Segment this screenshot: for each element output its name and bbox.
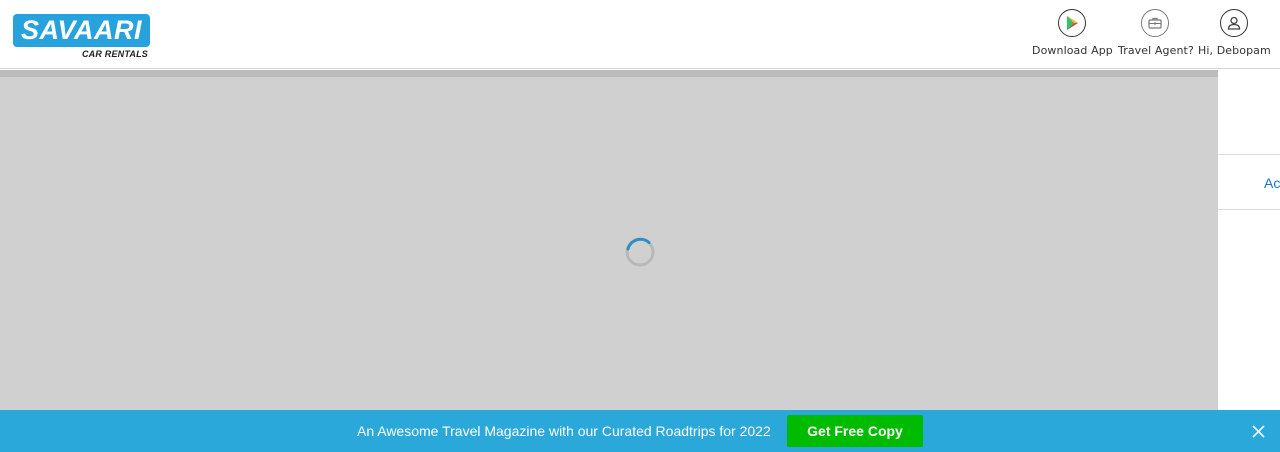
side-panel-link[interactable]: Ac <box>1264 175 1280 191</box>
download-app-link[interactable]: Download App <box>1032 9 1113 61</box>
savaari-logo[interactable]: SAVAARI CAR RENTALS <box>13 14 150 60</box>
get-free-copy-button[interactable]: Get Free Copy <box>787 415 923 447</box>
side-divider <box>1218 209 1280 210</box>
loading-spinner-icon <box>625 237 655 267</box>
promo-banner: An Awesome Travel Magazine with our Cura… <box>0 410 1280 452</box>
logo-wordmark: SAVAARI <box>20 15 142 45</box>
logo-subtitle: CAR RENTALS <box>81 49 148 59</box>
side-panel: Ac <box>1218 70 1280 410</box>
user-account-link[interactable]: Hi, Debopam <box>1198 9 1271 61</box>
travel-agent-label: Travel Agent? <box>1118 44 1194 57</box>
overlay-top-strip <box>0 70 1218 77</box>
travel-agent-link[interactable]: Travel Agent? <box>1118 9 1194 61</box>
user-greeting-label: Hi, Debopam <box>1198 44 1271 57</box>
user-icon <box>1220 9 1248 37</box>
side-divider <box>1218 154 1280 155</box>
promo-banner-text: An Awesome Travel Magazine with our Cura… <box>357 423 771 439</box>
briefcase-icon <box>1141 9 1169 37</box>
loading-overlay <box>0 70 1218 410</box>
download-app-label: Download App <box>1032 44 1113 57</box>
site-header: SAVAARI CAR RENTALS Download App Travel … <box>0 0 1280 69</box>
play-store-icon <box>1058 9 1086 37</box>
close-icon[interactable] <box>1250 423 1267 440</box>
